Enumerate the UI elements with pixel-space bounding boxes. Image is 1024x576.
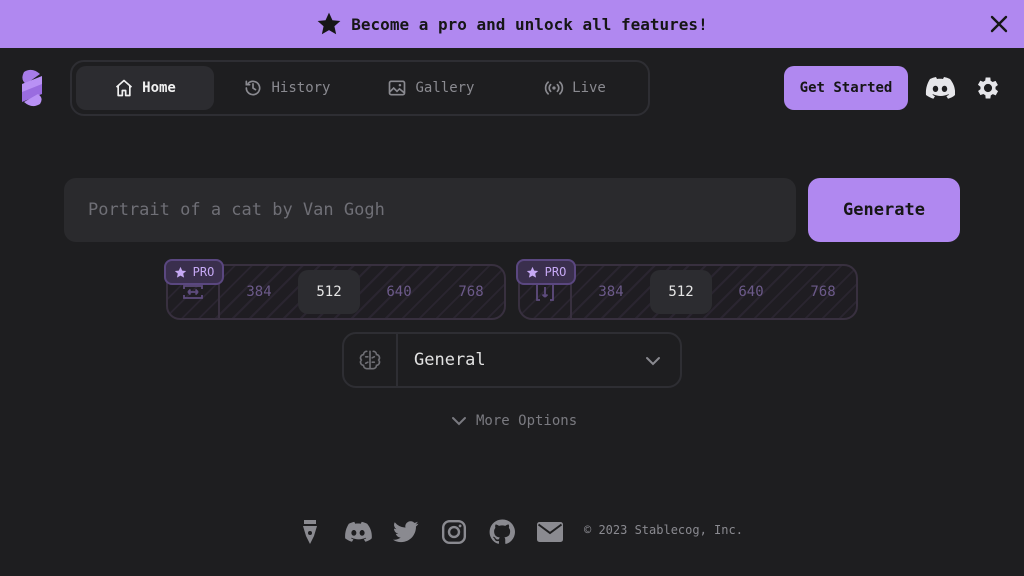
twitter-icon[interactable] <box>392 518 420 546</box>
pro-badge-label: PRO <box>544 265 567 279</box>
brain-icon <box>344 334 398 386</box>
width-option-selected[interactable]: 512 <box>298 270 360 314</box>
tab-home[interactable]: Home <box>76 66 214 110</box>
gear-icon[interactable] <box>972 72 1004 104</box>
width-option[interactable]: 384 <box>228 270 290 314</box>
discord-icon[interactable] <box>924 72 956 104</box>
broadcast-icon <box>544 81 564 95</box>
github-icon[interactable] <box>488 518 516 546</box>
tab-gallery-label: Gallery <box>415 80 475 96</box>
height-option-selected[interactable]: 512 <box>650 270 712 314</box>
tab-history[interactable]: History <box>218 66 356 110</box>
star-icon <box>174 266 186 278</box>
stablecog-logo[interactable] <box>18 68 46 108</box>
nav-tabs: Home History Gallery Live <box>70 60 650 116</box>
history-icon <box>245 80 261 96</box>
banner-text: Become a pro and unlock all features! <box>351 14 708 34</box>
tab-gallery[interactable]: Gallery <box>362 66 500 110</box>
pro-badge-label: PRO <box>192 265 215 279</box>
height-option[interactable]: 384 <box>580 270 642 314</box>
model-value: General <box>414 350 486 370</box>
star-icon <box>526 266 538 278</box>
generate-button[interactable]: Generate <box>808 178 960 242</box>
tab-history-label: History <box>271 80 331 96</box>
tab-live-label: Live <box>572 80 606 96</box>
height-option[interactable]: 640 <box>720 270 782 314</box>
discord-icon[interactable] <box>344 518 372 546</box>
tab-home-label: Home <box>142 80 176 96</box>
instagram-icon[interactable] <box>440 518 468 546</box>
prompt-input[interactable] <box>64 178 796 242</box>
height-option[interactable]: 768 <box>792 270 854 314</box>
get-started-button[interactable]: Get Started <box>784 66 908 110</box>
image-icon <box>389 80 406 96</box>
home-icon <box>116 79 133 97</box>
model-select[interactable]: General <box>342 332 682 388</box>
width-option[interactable]: 768 <box>440 270 502 314</box>
tab-live[interactable]: Live <box>506 66 644 110</box>
close-icon[interactable] <box>988 13 1010 35</box>
width-option[interactable]: 640 <box>368 270 430 314</box>
mail-icon[interactable] <box>536 518 564 546</box>
chevron-down-icon <box>644 352 662 374</box>
star-icon <box>316 11 342 37</box>
more-options-toggle[interactable]: More Options <box>450 412 577 430</box>
pro-banner[interactable]: Become a pro and unlock all features! <box>0 0 1024 48</box>
pro-badge: PRO <box>516 259 576 285</box>
chevron-down-icon <box>452 417 466 426</box>
pen-nib-icon[interactable] <box>296 518 324 546</box>
pro-badge: PRO <box>164 259 224 285</box>
copyright-text: © 2023 Stablecog, Inc. <box>584 523 743 537</box>
more-options-label: More Options <box>476 413 578 429</box>
